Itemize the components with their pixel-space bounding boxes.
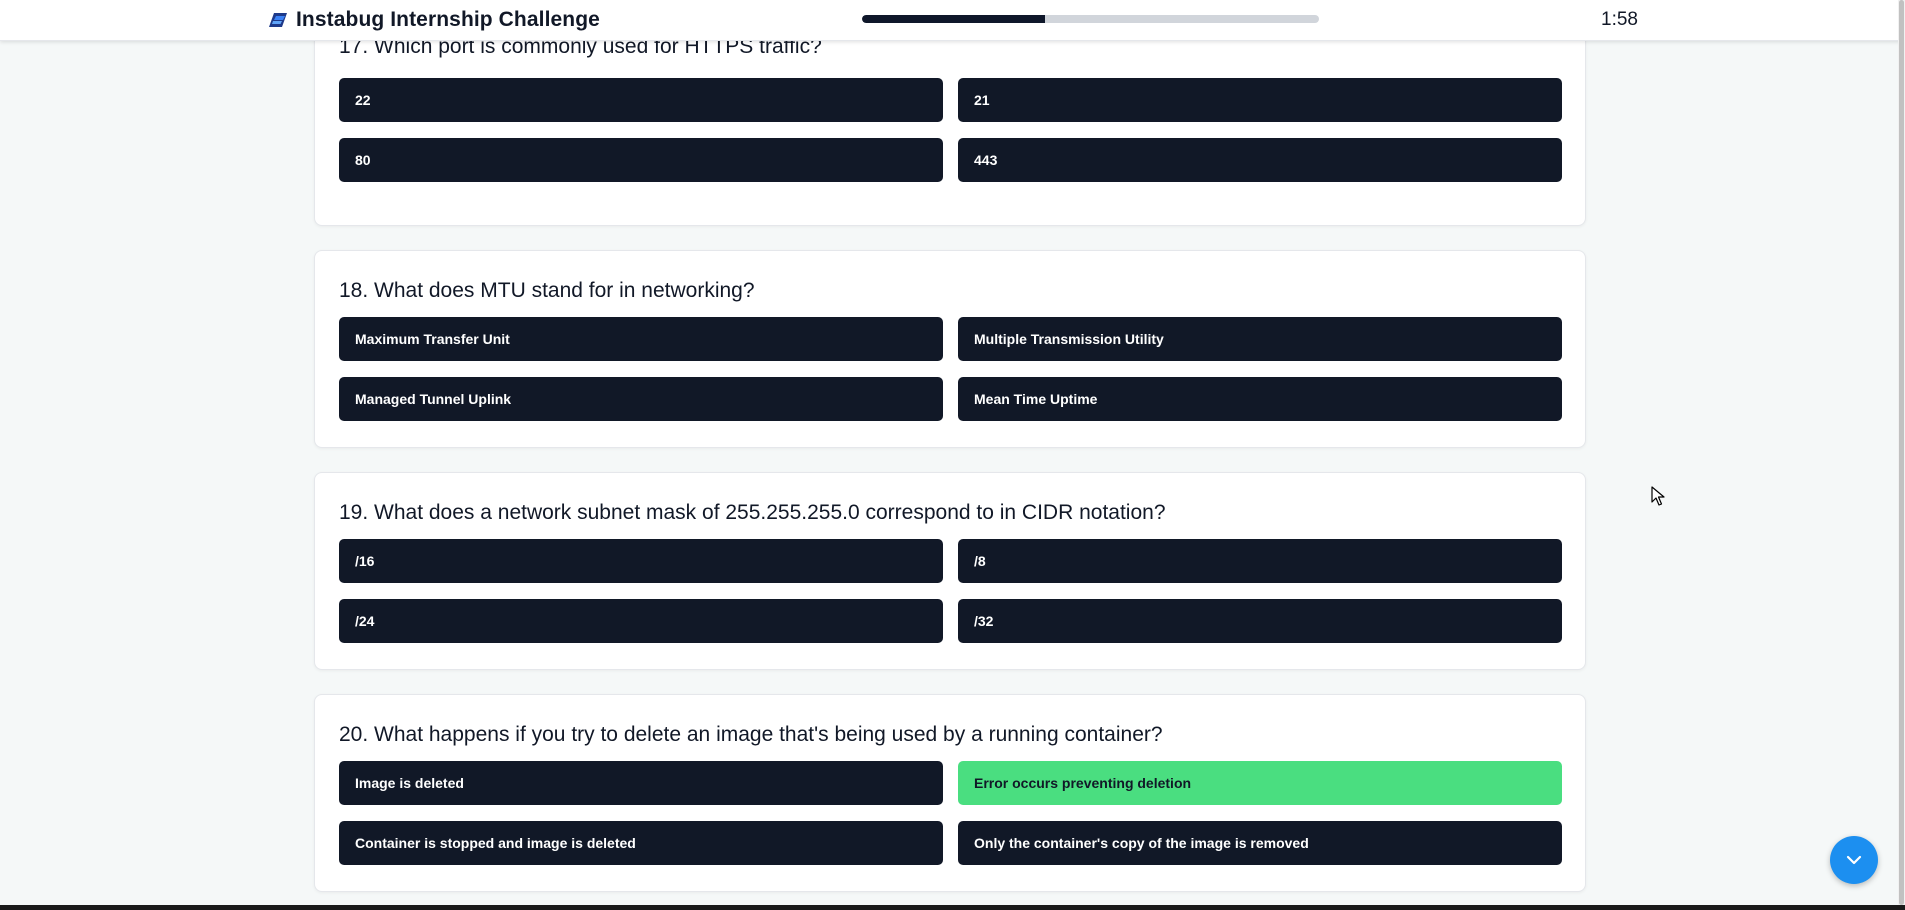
answer-option[interactable]: Container is stopped and image is delete… xyxy=(339,821,943,865)
countdown-timer: 1:58 xyxy=(1601,9,1638,30)
answer-option[interactable]: /16 xyxy=(339,539,943,583)
answer-option[interactable]: Multiple Transmission Utility xyxy=(958,317,1562,361)
answer-option[interactable]: Image is deleted xyxy=(339,761,943,805)
question-title: 19. What does a network subnet mask of 2… xyxy=(339,501,1166,524)
answer-option[interactable]: 80 xyxy=(339,138,943,182)
app-title: Instabug Internship Challenge xyxy=(296,8,600,31)
question-card: 19. What does a network subnet mask of 2… xyxy=(314,472,1586,670)
answer-option[interactable]: Mean Time Uptime xyxy=(958,377,1562,421)
instabug-logo-icon xyxy=(269,13,287,27)
answer-option[interactable]: /8 xyxy=(958,539,1562,583)
window-bottom-edge xyxy=(0,905,1905,910)
question-title: 18. What does MTU stand for in networkin… xyxy=(339,279,755,302)
brand: Instabug Internship Challenge xyxy=(268,7,600,33)
answer-option[interactable]: Managed Tunnel Uplink xyxy=(339,377,943,421)
question-title: 20. What happens if you try to delete an… xyxy=(339,723,1163,746)
top-bar: Instabug Internship Challenge 1:58 xyxy=(0,0,1905,41)
chevron-down-icon xyxy=(1846,855,1862,865)
mouse-cursor-icon xyxy=(1651,486,1665,506)
answer-option-selected[interactable]: Error occurs preventing deletion xyxy=(958,761,1562,805)
question-card: 20. What happens if you try to delete an… xyxy=(314,694,1586,892)
answer-option[interactable]: /24 xyxy=(339,599,943,643)
answer-option[interactable]: Only the container's copy of the image i… xyxy=(958,821,1562,865)
answer-option[interactable]: 443 xyxy=(958,138,1562,182)
scroll-down-button[interactable] xyxy=(1830,836,1878,884)
answer-option[interactable]: 22 xyxy=(339,78,943,122)
quiz-content: 17. Which port is commonly used for HTTP… xyxy=(314,0,1586,905)
scrollbar-thumb[interactable] xyxy=(1899,0,1904,905)
answer-option[interactable]: Maximum Transfer Unit xyxy=(339,317,943,361)
quiz-progress-fill xyxy=(862,15,1045,23)
answer-option[interactable]: 21 xyxy=(958,78,1562,122)
answer-option[interactable]: /32 xyxy=(958,599,1562,643)
question-card: 18. What does MTU stand for in networkin… xyxy=(314,250,1586,448)
quiz-progress-bar xyxy=(862,15,1319,23)
